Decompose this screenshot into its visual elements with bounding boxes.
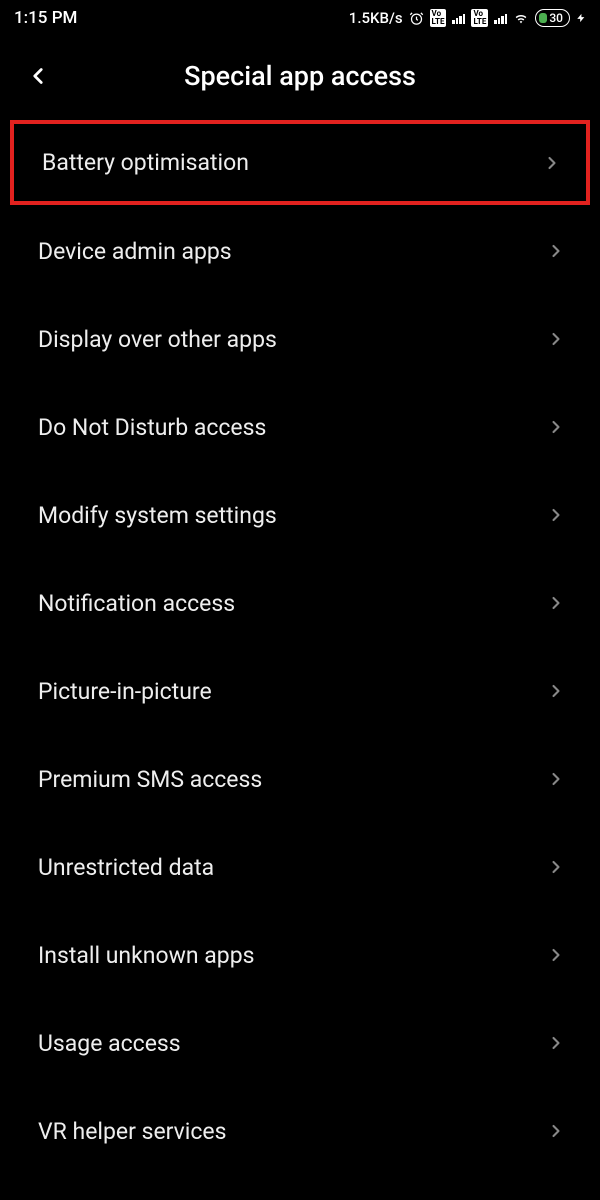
item-label: Install unknown apps [38,942,255,969]
alarm-icon [409,11,424,26]
data-rate-text: 1.5KB/s [349,9,403,27]
list-item-modify-system-settings[interactable]: Modify system settings [0,471,600,559]
wifi-icon [513,10,529,26]
item-label: Unrestricted data [38,854,214,881]
settings-list: Battery optimisation Device admin apps D… [0,120,600,1175]
item-label: Modify system settings [38,502,277,529]
charging-icon [576,11,586,25]
status-indicators: 1.5KB/s VoLTE VoLTE 30 [349,9,586,27]
chevron-right-icon [546,857,566,877]
page-title: Special app access [184,60,416,92]
volte-badge-1: VoLTE [430,9,447,27]
signal-icon-1 [452,12,465,24]
item-label: Picture-in-picture [38,678,212,705]
list-item-vr-helper-services[interactable]: VR helper services [0,1087,600,1175]
item-label: Device admin apps [38,238,232,265]
list-item-install-unknown-apps[interactable]: Install unknown apps [0,911,600,999]
chevron-right-icon [546,945,566,965]
status-time: 1:15 PM [14,8,77,28]
list-item-device-admin-apps[interactable]: Device admin apps [0,207,600,295]
volte-badge-2: VoLTE [471,9,488,27]
list-item-unrestricted-data[interactable]: Unrestricted data [0,823,600,911]
chevron-right-icon [546,1033,566,1053]
header: Special app access [0,36,600,120]
item-label: Usage access [38,1030,181,1057]
chevron-right-icon [546,329,566,349]
chevron-right-icon [546,769,566,789]
list-item-do-not-disturb-access[interactable]: Do Not Disturb access [0,383,600,471]
item-label: VR helper services [38,1118,227,1145]
chevron-right-icon [546,593,566,613]
back-button[interactable] [20,58,56,94]
chevron-left-icon [25,63,51,89]
list-item-picture-in-picture[interactable]: Picture-in-picture [0,647,600,735]
item-label: Premium SMS access [38,766,262,793]
clock-text: 1:15 PM [14,8,77,28]
list-item-battery-optimisation[interactable]: Battery optimisation [10,120,590,205]
list-item-premium-sms-access[interactable]: Premium SMS access [0,735,600,823]
chevron-right-icon [546,681,566,701]
list-item-notification-access[interactable]: Notification access [0,559,600,647]
item-label: Notification access [38,590,235,617]
chevron-right-icon [546,417,566,437]
chevron-right-icon [546,1121,566,1141]
signal-icon-2 [494,12,507,24]
item-label: Do Not Disturb access [38,414,266,441]
list-item-display-over-other-apps[interactable]: Display over other apps [0,295,600,383]
battery-indicator: 30 [535,9,570,27]
battery-percent-text: 30 [549,11,563,25]
chevron-right-icon [542,153,562,173]
item-label: Display over other apps [38,326,277,353]
list-item-usage-access[interactable]: Usage access [0,999,600,1087]
chevron-right-icon [546,241,566,261]
item-label: Battery optimisation [42,149,249,176]
chevron-right-icon [546,505,566,525]
status-bar: 1:15 PM 1.5KB/s VoLTE VoLTE 30 [0,0,600,36]
